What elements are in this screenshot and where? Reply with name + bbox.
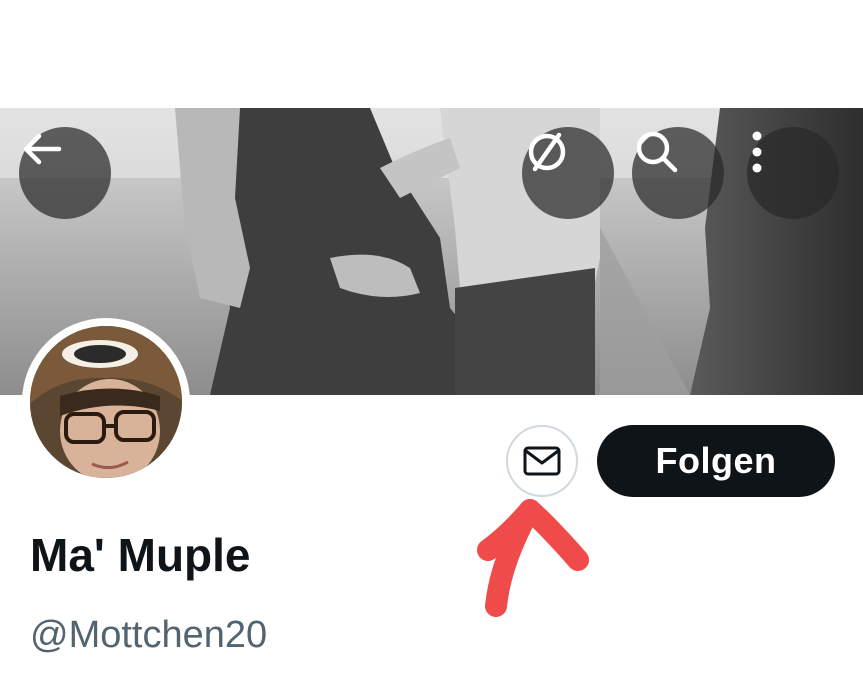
arrow-left-icon [23, 133, 62, 165]
more-vertical-icon [752, 131, 762, 173]
search-icon [636, 131, 678, 173]
mail-icon [523, 446, 561, 476]
profile-display-name: Ma' Muple [30, 529, 251, 581]
red-arrow-annotation [477, 499, 589, 617]
profile-handle: @Mottchen20 [30, 614, 268, 656]
search-button[interactable] [632, 127, 724, 219]
message-button[interactable] [506, 425, 578, 497]
back-button[interactable] [19, 127, 111, 219]
follow-button[interactable]: Folgen [597, 425, 835, 497]
hidden-circle-slash-icon [528, 132, 566, 172]
avatar[interactable] [22, 318, 190, 486]
more-options-button[interactable] [747, 127, 839, 219]
status-area [0, 0, 863, 108]
avatar-image [30, 326, 182, 478]
hidden-content-button[interactable] [522, 127, 614, 219]
avatar-photo [30, 326, 182, 478]
